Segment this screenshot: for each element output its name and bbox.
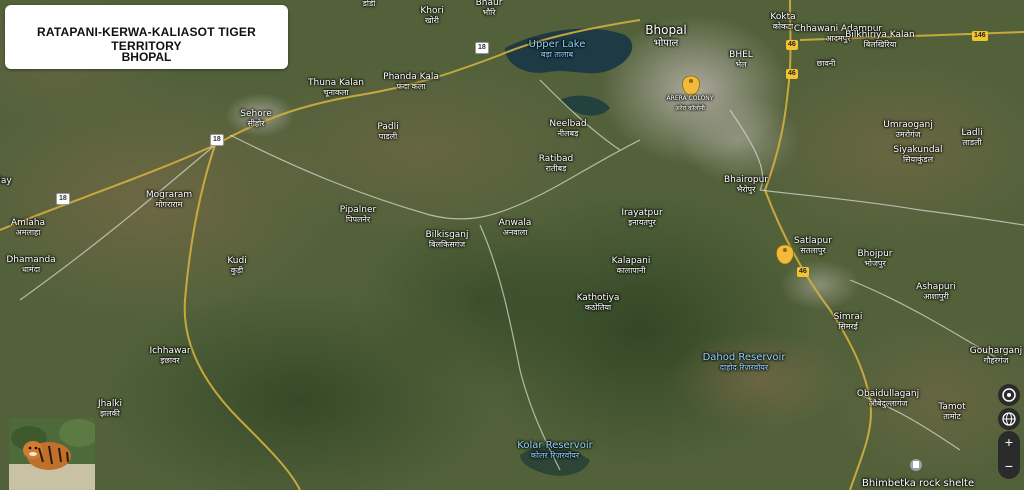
road-shield: 18 — [475, 42, 489, 54]
place-label: Kalapani कालापानी — [611, 256, 651, 275]
place-label: Ashapuri आशापुरी — [916, 282, 956, 301]
place-label: छावनी — [816, 59, 836, 68]
water-label: Dahod Reservoir दाहोद रिज़रवॉयर — [702, 352, 786, 373]
compass-icon — [1002, 388, 1016, 402]
globe-button[interactable] — [998, 408, 1020, 430]
tiger-photo-thumbnail[interactable] — [9, 418, 95, 490]
place-label: Bhairopur भैरोपुर — [723, 175, 769, 194]
city-label-bhopal: Bhopal भोपाल — [645, 23, 687, 50]
place-label: Kudi कुड़ी — [227, 256, 247, 275]
road-shield: 146 — [972, 31, 988, 41]
satellite-map[interactable] — [0, 0, 1024, 490]
place-label: Tamot तामोट — [938, 402, 966, 421]
place-label: Obaidullaganj औबेदुल्लागंज — [856, 389, 920, 408]
title-line-2: BHOPAL — [121, 50, 172, 64]
place-label: डोडी — [362, 0, 376, 8]
place-label: Bilkisganj बिलकिसगंज — [425, 230, 469, 249]
road-shield: 18 — [56, 193, 70, 205]
place-label: Jhalki झलकी — [97, 399, 123, 418]
place-label: Anwala अनवाला — [498, 218, 532, 237]
place-label: lay — [0, 176, 12, 186]
place-label: Bhimbetka rock shelte — [862, 478, 975, 489]
place-label: Kathotiya कठोतिया — [576, 293, 620, 312]
place-label: Amlaha अमलाहा — [10, 218, 46, 237]
road-shield: 18 — [210, 134, 224, 146]
place-label: Ratibad रातीबड़ — [538, 154, 574, 173]
title-line-1: RATAPANI-KERWA-KALIASOT TIGER TERRITORY — [37, 25, 256, 53]
place-label: Kokta कोकटा — [770, 12, 796, 31]
globe-icon — [1002, 412, 1016, 426]
place-label: ARERA COLONY अरेरा कॉलोनी — [666, 95, 714, 112]
zoom-controls: + − — [998, 431, 1020, 479]
zoom-out-button[interactable]: − — [998, 455, 1020, 479]
place-label: Bhojpur भोजपुर — [857, 249, 893, 268]
place-label: Siyakundal सियाकुंडल — [893, 145, 943, 164]
place-label: Pipalner पिपलनेर — [339, 205, 377, 224]
place-label: Thuna Kalan चूनाकला — [308, 78, 364, 97]
place-label: Ladli लाडली — [961, 128, 983, 147]
place-label: Umraoganj उमरोगंज — [883, 120, 933, 139]
place-label: Ichhawar इछावर — [149, 346, 191, 365]
location-pin-arera[interactable] — [682, 75, 700, 96]
zoom-in-button[interactable]: + — [998, 431, 1020, 455]
compass-button[interactable] — [998, 384, 1020, 406]
place-label: Sehore सीहोर — [240, 109, 272, 128]
poi-landmark-icon[interactable] — [910, 459, 922, 471]
place-label: Bhaur भौरि — [475, 0, 503, 17]
location-pin-satlapur[interactable] — [776, 244, 794, 265]
road-shield: 46 — [786, 69, 798, 79]
place-label: Neelbad नीलबड़ — [549, 119, 587, 138]
place-label: Dhamanda धामंदा — [6, 255, 56, 274]
place-label: BHEL भेल — [729, 50, 753, 69]
place-label: Simrai सिमरई — [833, 312, 863, 331]
place-label: Bilkhiriya Kalan बिलखिरिया — [845, 30, 915, 49]
place-label: Khori खोरी — [420, 6, 444, 25]
place-label: Gouharganj गौहरगंज — [969, 346, 1023, 365]
water-label: Upper Lake बड़ा तालाब — [528, 39, 586, 60]
title-card: RATAPANI-KERWA-KALIASOT TIGER TERRITORY … — [5, 5, 288, 69]
water-label: Kolar Reservoir कोलर रिज़रवॉयर — [517, 440, 593, 461]
place-label: Padli पाडली — [377, 122, 399, 141]
road-shield: 46 — [797, 267, 809, 277]
place-label: Satlapur सतलापुर — [794, 236, 832, 255]
place-label: Irayatpur इनायतपुर — [621, 208, 663, 227]
place-label: Phanda Kala फंदा कला — [383, 72, 439, 91]
place-label: Mograram मोगराराम — [145, 190, 193, 209]
